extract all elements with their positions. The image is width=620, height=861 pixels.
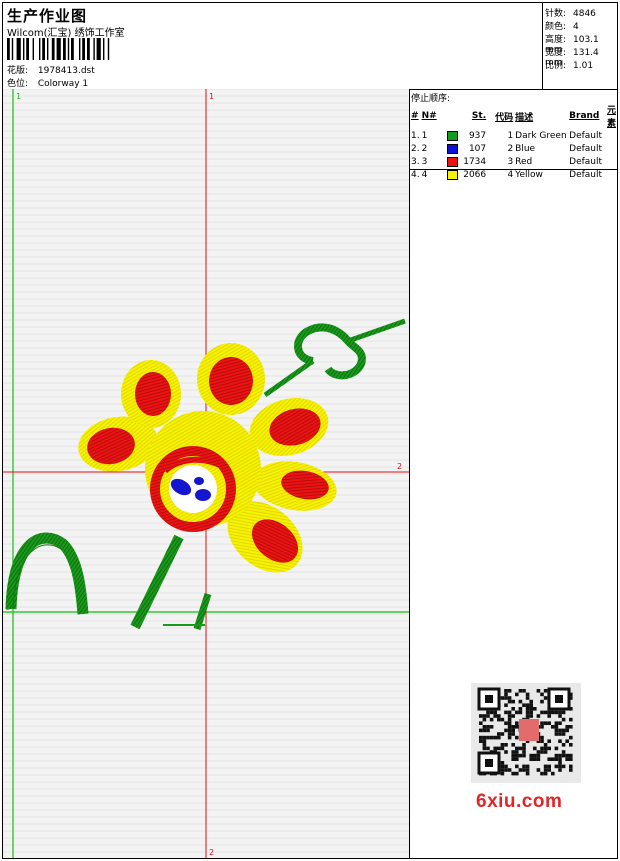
row-stitches: 1734 [463,156,487,167]
qr-code-image [477,687,573,776]
row-index: 1. [411,130,420,141]
design-file-value: 1978413.dst [37,66,95,76]
color-swatch [447,143,459,154]
row-brand: Default [569,156,603,167]
col-desc-header: 描述 [515,112,534,123]
page-title: 生产作业图 [7,7,88,25]
color-swatch [447,156,459,167]
row-needle: 2 [421,143,428,154]
row-brand: Default [569,169,603,180]
row-needle: 4 [421,169,428,180]
col-stitches-header: St. [471,111,487,121]
yellow-stitch-elements [78,343,337,573]
color-swatch [447,169,459,180]
stat-colors: 颜色: 4 [545,22,579,32]
color-sequence-row: 1. 1 937 1 Dark Green Default [410,129,617,142]
row-element [606,142,617,155]
sheet-header: 生产作业图 Wilcom(汇宝) 绣饰工作室 花版: 1978413.dst 色… [3,3,617,90]
row-code: 4 [507,169,514,180]
row-code: 1 [507,130,514,141]
design-stats-panel: 针数: 4846 颜色: 4 高度: 103.1 mm 宽度: 131.4 mm 比例:… [542,3,618,89]
embroidery-design: 1 1 1 2 2 [3,89,409,858]
row-desc: Yellow [515,169,543,180]
row-needle: 3 [421,156,428,167]
row-stitches: 937 [468,130,487,141]
row-desc: Red [515,156,533,167]
col-brand-header: Brand [569,111,600,121]
color-swatch [447,130,459,141]
col-index-header: # [411,111,419,121]
color-sequence-row: 4. 4 2066 4 Yellow Default [410,168,617,181]
row-index: 4. [411,169,420,180]
design-preview-area: 1 1 1 2 2 [3,89,410,858]
col-element-header: 元素 [606,106,616,129]
row-element [606,129,617,142]
watermark-logo: 6xiu.com [476,791,563,812]
red-horizontal-guide-label: 2 [397,462,402,471]
red-vertical-guide-bottom-label: 2 [209,848,214,857]
row-desc: Dark Green [515,130,567,141]
row-stitches: 2066 [463,169,487,180]
barcode [7,38,110,60]
color-sequence-row: 3. 3 1734 3 Red Default [410,155,617,168]
color-sequence-table: # N# St. 代码 描述 Brand 元素 1. 1 937 1 Dark Gree… [410,103,617,181]
row-stitches: 107 [468,143,487,154]
col-needle-header: N# [421,111,437,121]
row-brand: Default [569,130,603,141]
row-code: 3 [507,156,514,167]
color-sequence-row: 2. 2 107 2 Blue Default [410,142,617,155]
color-sequence-header-row: # N# St. 代码 描述 Brand 元素 [410,103,617,129]
stop-sequence-panel: 停止顺序: # N# St. 代码 描述 Brand 元素 1. 1 937 1 Dar… [409,89,617,180]
colorway-label: 色位: [7,79,29,89]
colorway-row: 色位: Colorway 1 [7,76,88,89]
stat-scale: 比例: 1.01 [545,61,594,71]
row-code: 2 [507,143,514,154]
row-needle: 1 [421,130,428,141]
row-desc: Blue [515,143,536,154]
stat-stitches: 针数: 4846 [545,9,596,19]
row-element [606,168,617,181]
row-element [606,155,617,168]
studio-name: Wilcom(汇宝) 绣饰工作室 [7,28,125,39]
colorway-value: Colorway 1 [37,79,89,89]
row-brand: Default [569,143,603,154]
green-vertical-guide-label: 1 [16,92,21,101]
design-file-row: 花版: 1978413.dst [7,63,95,76]
red-vertical-guide-top-label: 1 [209,92,214,101]
row-index: 3. [411,156,420,167]
row-index: 2. [411,143,420,154]
design-file-label: 花版: [7,66,29,76]
seal-stamp [519,719,539,741]
qr-code [471,683,581,783]
production-sheet: 生产作业图 Wilcom(汇宝) 绣饰工作室 花版: 1978413.dst 色… [2,2,618,859]
col-code-header: 代码 [495,112,514,123]
